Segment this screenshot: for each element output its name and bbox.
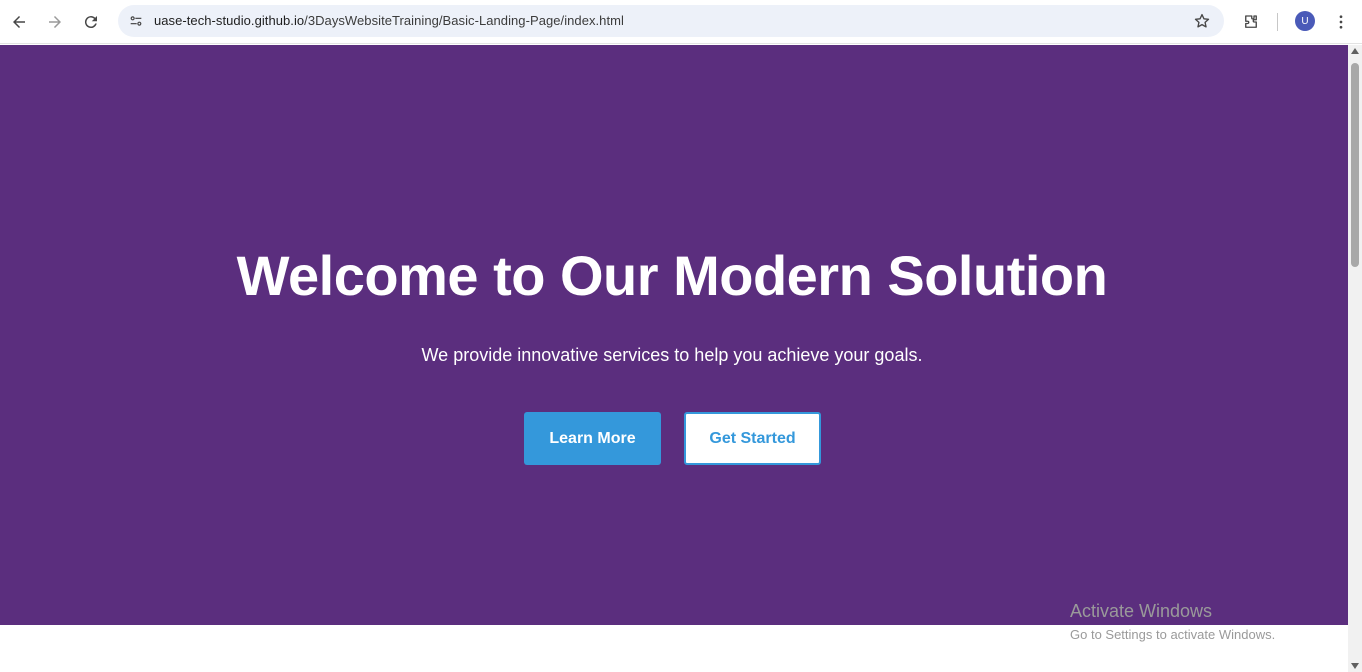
hero-title: Welcome to Our Modern Solution bbox=[236, 244, 1108, 307]
url-host: uase-tech-studio.github.io bbox=[154, 13, 305, 28]
extensions-icon bbox=[1245, 15, 1257, 28]
get-started-button[interactable]: Get Started bbox=[684, 412, 821, 465]
url-text[interactable]: uase-tech-studio.github.io/3DaysWebsiteT… bbox=[154, 13, 624, 28]
hero-subtitle: We provide innovative services to help y… bbox=[421, 345, 923, 365]
reload-icon bbox=[84, 16, 97, 29]
profile-avatar[interactable]: U bbox=[1295, 11, 1315, 31]
hero-section: Welcome to Our Modern Solution We provid… bbox=[0, 45, 1348, 625]
site-info-icon bbox=[130, 16, 142, 26]
bookmark-button[interactable] bbox=[1192, 11, 1212, 31]
reload-button[interactable] bbox=[77, 8, 105, 36]
scroll-down-arrow[interactable] bbox=[1351, 663, 1359, 669]
forward-button[interactable] bbox=[41, 8, 69, 36]
scroll-up-arrow[interactable] bbox=[1351, 48, 1359, 54]
activate-windows-subtitle: Go to Settings to activate Windows. bbox=[1070, 627, 1276, 642]
activate-windows-title: Activate Windows bbox=[1070, 601, 1213, 621]
menu-icon bbox=[1339, 15, 1343, 29]
site-info-button[interactable] bbox=[124, 9, 148, 33]
back-button[interactable] bbox=[5, 8, 33, 36]
browser-menu-button[interactable] bbox=[1327, 8, 1355, 36]
scroll-thumb[interactable] bbox=[1351, 63, 1359, 267]
toolbar-divider bbox=[1277, 13, 1278, 31]
browser-toolbar: uase-tech-studio.github.io/3DaysWebsiteT… bbox=[0, 0, 1362, 44]
url-path: /3DaysWebsiteTraining/Basic-Landing-Page… bbox=[304, 13, 624, 28]
forward-icon bbox=[49, 16, 61, 28]
address-bar[interactable]: uase-tech-studio.github.io/3DaysWebsiteT… bbox=[118, 5, 1224, 37]
learn-more-button[interactable]: Learn More bbox=[524, 412, 661, 465]
bookmark-star-icon bbox=[1194, 13, 1210, 28]
page-viewport: Welcome to Our Modern Solution We provid… bbox=[0, 45, 1348, 672]
back-icon bbox=[13, 16, 25, 28]
page-scrollbar[interactable] bbox=[1348, 45, 1362, 672]
extensions-button[interactable] bbox=[1237, 8, 1265, 36]
